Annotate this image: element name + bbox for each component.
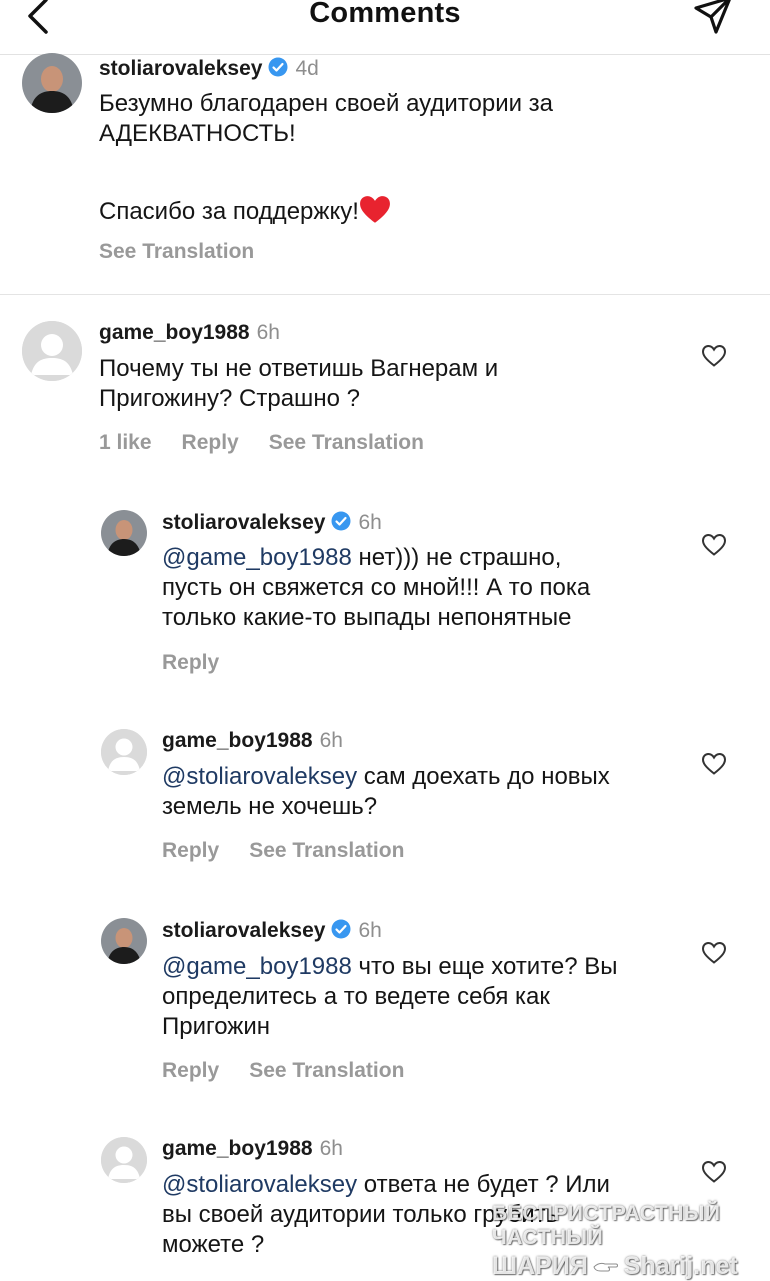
- mention-link[interactable]: @stoliarovaleksey: [162, 1171, 357, 1198]
- reply-link[interactable]: Reply: [162, 839, 219, 862]
- comment-meta: game_boy1988 6h: [99, 321, 280, 345]
- caption-meta: stoliarovaleksey 4d: [99, 57, 319, 81]
- comment-line: Пригожину? Страшно ?: [99, 385, 360, 412]
- comment-meta: game_boy1988 6h: [162, 1137, 343, 1161]
- timestamp: 6h: [256, 321, 280, 344]
- comment-line: @game_boy1988 что вы еще хотите? Вы: [162, 953, 618, 980]
- like-heart-icon[interactable]: [701, 533, 727, 557]
- comment-line: @game_boy1988 нет))) не страшно,: [162, 544, 562, 571]
- avatar[interactable]: [101, 918, 147, 964]
- timestamp: 6h: [319, 729, 343, 752]
- page-title: Comments: [309, 0, 461, 29]
- comment-line: Пригожин: [162, 1013, 271, 1040]
- username[interactable]: stoliarovaleksey: [162, 919, 325, 942]
- avatar[interactable]: [101, 729, 147, 775]
- comment-text: @game_boy1988 что вы еще хотите? Вы опре…: [162, 952, 618, 1042]
- divider: [0, 294, 770, 295]
- reply-link[interactable]: Reply: [162, 651, 219, 674]
- reply-link[interactable]: Reply: [162, 1059, 219, 1082]
- see-translation-link[interactable]: See Translation: [269, 431, 424, 454]
- mention-link[interactable]: @stoliarovaleksey: [162, 763, 357, 790]
- timestamp: 4d: [295, 57, 319, 80]
- red-heart-emoji-icon: [359, 196, 390, 223]
- like-heart-icon[interactable]: [701, 752, 727, 776]
- timestamp: 6h: [358, 511, 382, 534]
- avatar[interactable]: [22, 321, 82, 381]
- mention-link[interactable]: @game_boy1988: [162, 544, 352, 571]
- comment-line: только какие-то выпады непонятные: [162, 604, 572, 631]
- comment-line: Почему ты не ответишь Вагнерам и: [99, 355, 499, 382]
- see-translation-link[interactable]: See Translation: [99, 240, 254, 263]
- send-icon[interactable]: [690, 0, 736, 38]
- username[interactable]: game_boy1988: [162, 1137, 313, 1160]
- comment-line: определитесь а то ведете себя как: [162, 983, 550, 1010]
- see-translation-link[interactable]: See Translation: [249, 839, 404, 862]
- timestamp: 6h: [358, 919, 382, 942]
- reply-link[interactable]: Reply: [182, 431, 239, 454]
- caption-line: Безумно благодарен своей аудитории за: [99, 90, 554, 117]
- verified-badge-icon: [331, 919, 351, 939]
- pointing-hand-icon: [593, 1262, 618, 1272]
- comment-actions: Reply: [162, 651, 249, 675]
- comment-meta: game_boy1988 6h: [162, 729, 343, 753]
- username[interactable]: game_boy1988: [162, 729, 313, 752]
- comment-meta: stoliarovaleksey 6h: [162, 511, 382, 535]
- comment-meta: stoliarovaleksey 6h: [162, 919, 382, 943]
- watermark-line: БЕСПРИСТРАСТНЫЙ ЧАСТНЫЙ: [492, 1202, 721, 1249]
- comment-text: @stoliarovaleksey сам доехать до новых з…: [162, 762, 610, 822]
- caption-line: Спасибо за поддержку!: [99, 195, 553, 227]
- caption-line: АДЕКВАТНОСТЬ!: [99, 120, 296, 147]
- comment-actions: Reply See Translation: [162, 839, 434, 863]
- watermark: БЕСПРИСТРАСТНЫЙ ЧАСТНЫЙ ШАРИЯ Sharij.net: [492, 1202, 762, 1280]
- mention-link[interactable]: @game_boy1988: [162, 953, 352, 980]
- username[interactable]: game_boy1988: [99, 321, 250, 344]
- avatar[interactable]: [101, 1137, 147, 1183]
- see-translation-link[interactable]: See Translation: [249, 1059, 404, 1082]
- comment-line: земель не хочешь?: [162, 793, 378, 820]
- caption-actions: See Translation: [99, 240, 284, 264]
- comment-line: @stoliarovaleksey ответа не будет ? Или: [162, 1171, 610, 1198]
- like-heart-icon[interactable]: [701, 1160, 727, 1184]
- comment-line: пусть он свяжется со мной!!! А то пока: [162, 574, 591, 601]
- verified-badge-icon: [268, 57, 288, 77]
- timestamp: 6h: [319, 1137, 343, 1160]
- comment-text: Почему ты не ответишь Вагнерам и Пригожи…: [99, 354, 498, 414]
- top-bar: Comments: [0, 0, 770, 55]
- like-heart-icon[interactable]: [701, 941, 727, 965]
- watermark-line: ШАРИЯ Sharij.net: [492, 1252, 738, 1280]
- comment-actions: Reply See Translation: [162, 1059, 434, 1083]
- verified-badge-icon: [331, 511, 351, 531]
- comment-actions: 1 like Reply See Translation: [99, 431, 454, 455]
- avatar[interactable]: [101, 510, 147, 556]
- comment-line: @stoliarovaleksey сам доехать до новых: [162, 763, 610, 790]
- avatar[interactable]: [22, 53, 82, 113]
- comment-text: @game_boy1988 нет))) не страшно, пусть о…: [162, 543, 590, 633]
- caption-text: Безумно благодарен своей аудитории за АД…: [99, 89, 553, 227]
- like-heart-icon[interactable]: [701, 344, 727, 368]
- username[interactable]: stoliarovaleksey: [99, 57, 262, 80]
- username[interactable]: stoliarovaleksey: [162, 511, 325, 534]
- likes-count[interactable]: 1 like: [99, 431, 152, 454]
